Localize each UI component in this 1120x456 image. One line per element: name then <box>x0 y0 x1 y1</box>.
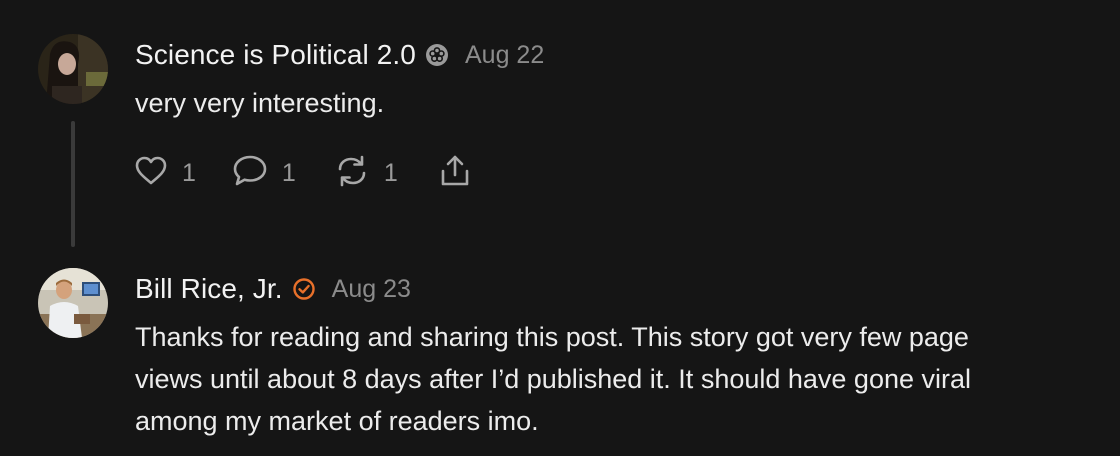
flower-badge-icon <box>425 43 449 67</box>
comment-date[interactable]: Aug 22 <box>465 41 544 70</box>
like-button[interactable]: 1 <box>134 155 196 192</box>
thread-line <box>71 121 75 247</box>
comment-text: very very interesting. <box>135 88 385 118</box>
comment-text-line: Thanks for reading and sharing this post… <box>135 322 969 352</box>
reply-button[interactable]: 1 <box>232 154 296 193</box>
comment-header: Science is Political 2.0 Aug 22 <box>135 35 544 75</box>
restack-count: 1 <box>383 158 398 187</box>
comment-text-line: among my market of readers imo. <box>135 406 539 436</box>
speech-bubble-icon <box>232 154 268 193</box>
share-icon <box>438 154 472 193</box>
check-circle-badge-icon <box>292 277 316 301</box>
restack-icon <box>334 154 370 193</box>
like-count: 1 <box>182 158 196 187</box>
avatar[interactable] <box>38 34 108 104</box>
comment-header: Bill Rice, Jr. Aug 23 <box>135 269 411 309</box>
comment-text-line: views until about 8 days after I’d publi… <box>135 364 971 394</box>
author-name[interactable]: Science is Political 2.0 <box>135 39 416 71</box>
reply-count: 1 <box>281 158 296 187</box>
comment-date[interactable]: Aug 23 <box>332 275 411 304</box>
author-name[interactable]: Bill Rice, Jr. <box>135 273 283 305</box>
comment-actions: 1 1 1 <box>134 152 472 194</box>
avatar[interactable] <box>38 268 108 338</box>
comment-text: Thanks for reading and sharing this post… <box>135 316 1110 442</box>
restack-button[interactable]: 1 <box>334 154 398 193</box>
share-button[interactable] <box>438 154 472 193</box>
heart-icon <box>134 155 168 192</box>
